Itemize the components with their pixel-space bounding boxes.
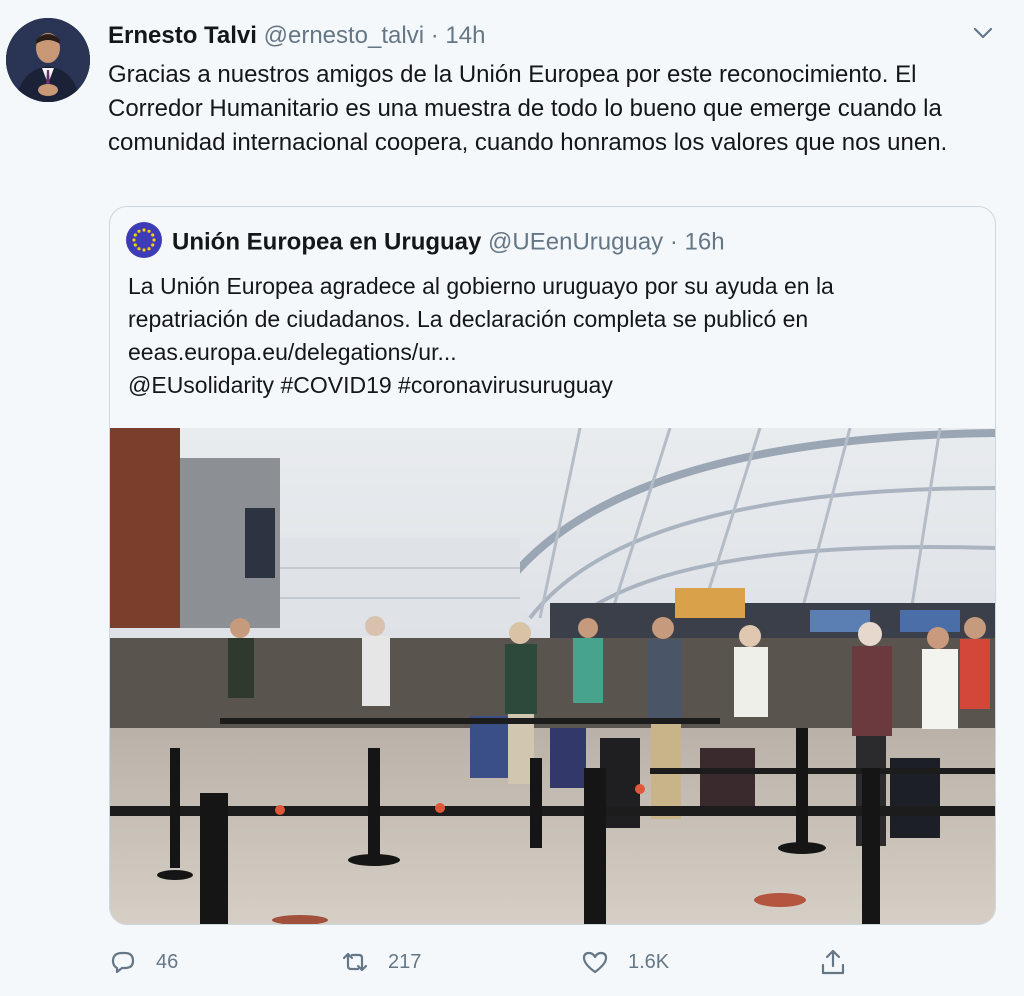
- like-count: 1.6K: [628, 950, 670, 973]
- tweet-header: Ernesto Talvi @ernesto_talvi · 14h: [108, 22, 485, 50]
- reply-count: 46: [156, 950, 179, 973]
- author-handle[interactable]: @ernesto_talvi: [264, 22, 424, 49]
- quoted-hashtags[interactable]: @EUsolidarity #COVID19 #coronavirusurugu…: [128, 369, 978, 402]
- tweet[interactable]: Ernesto Talvi @ernesto_talvi · 14h Graci…: [0, 0, 1024, 996]
- quoted-link[interactable]: eeas.europa.eu/delegations/ur...: [128, 336, 978, 369]
- like-button[interactable]: 1.6K: [580, 940, 669, 984]
- reply-icon: [111, 951, 135, 974]
- chevron-down-icon[interactable]: [970, 20, 996, 46]
- quoted-separator: ·: [669, 228, 678, 256]
- retweet-count: 217: [388, 950, 422, 973]
- quoted-text-line: La Unión Europea agradece al gobierno ur…: [128, 273, 834, 299]
- quoted-author-handle[interactable]: @UEenUruguay: [488, 228, 663, 255]
- eu-flag-avatar[interactable]: [126, 222, 162, 258]
- airport-photo[interactable]: [110, 427, 995, 924]
- retweet-button[interactable]: 217: [340, 940, 421, 984]
- share-icon: [821, 949, 845, 975]
- quoted-text-line: repatriación de ciudadanos. La declaraci…: [128, 306, 809, 332]
- share-button[interactable]: [818, 940, 848, 984]
- author-name[interactable]: Ernesto Talvi: [108, 22, 257, 49]
- action-bar: 46 217 1.6K: [0, 940, 1024, 984]
- reply-button[interactable]: 46: [108, 940, 178, 984]
- quoted-header: Unión Europea en Uruguay @UEenUruguay · …: [126, 222, 725, 261]
- quoted-time[interactable]: 16h: [685, 228, 725, 255]
- quoted-text: La Unión Europea agradece al gobierno ur…: [128, 270, 978, 402]
- quoted-tweet[interactable]: Unión Europea en Uruguay @UEenUruguay · …: [109, 206, 996, 925]
- author-avatar[interactable]: [6, 18, 90, 102]
- quoted-author-name[interactable]: Unión Europea en Uruguay: [172, 228, 481, 255]
- heart-icon: [582, 951, 608, 974]
- tweet-time[interactable]: 14h: [445, 22, 485, 49]
- retweet-icon: [342, 952, 368, 972]
- tweet-text: Gracias a nuestros amigos de la Unión Eu…: [108, 61, 948, 156]
- separator: ·: [430, 22, 439, 49]
